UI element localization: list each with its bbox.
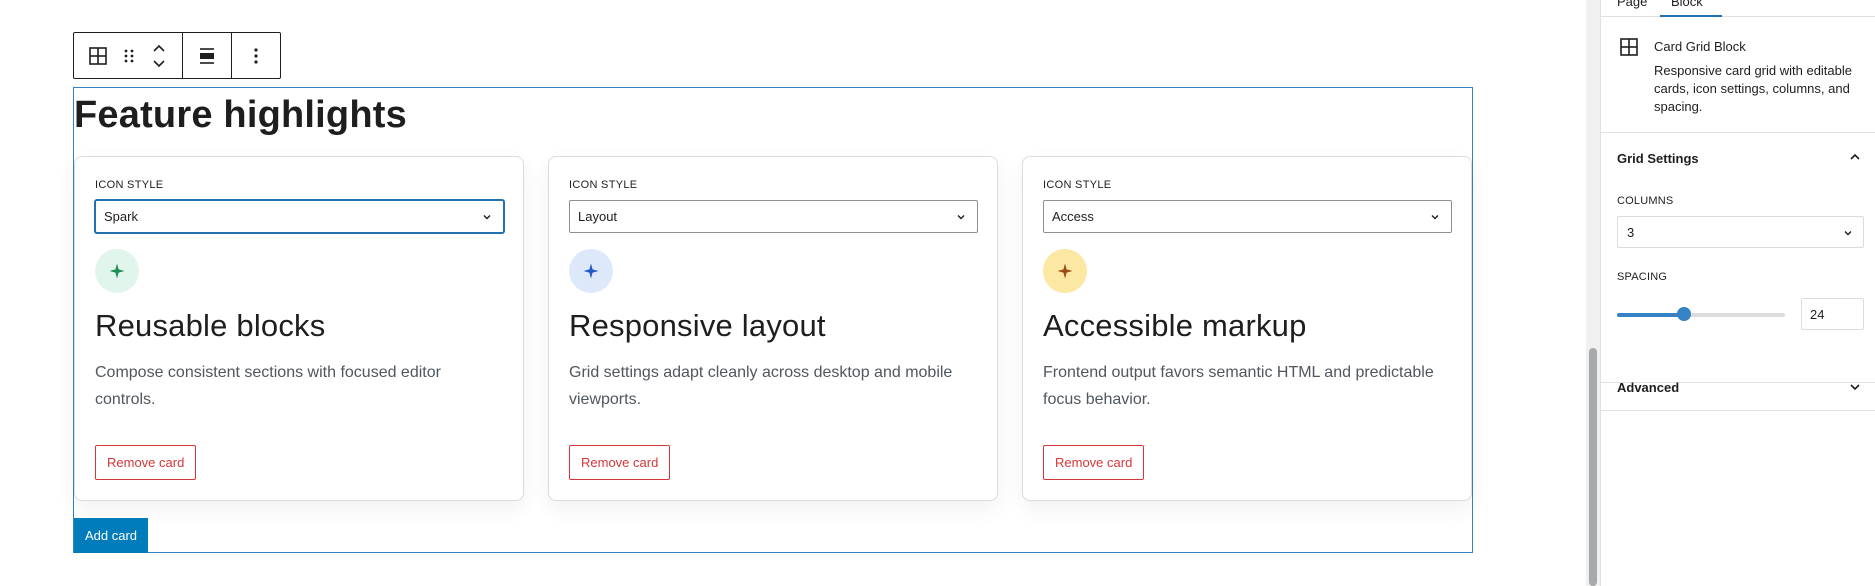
icon-style-select[interactable]: Access — [1043, 200, 1452, 233]
icon-style-select[interactable]: Layout — [569, 200, 978, 233]
remove-card-button[interactable]: Remove card — [1043, 445, 1145, 480]
remove-card-button[interactable]: Remove card — [569, 445, 671, 480]
icon-style-label: ICON STYLE — [1043, 179, 1112, 191]
chevron-down-icon — [1844, 231, 1852, 236]
tab-block[interactable]: Block — [1671, 0, 1703, 10]
tab-page[interactable]: Page — [1617, 0, 1647, 10]
scrollbar-thumb[interactable] — [1589, 348, 1597, 586]
align-button[interactable] — [189, 33, 225, 78]
icon-style-select[interactable]: Spark — [95, 200, 504, 233]
icon-style-value: Spark — [104, 209, 138, 224]
block-toolbar — [73, 32, 281, 79]
editor-canvas: Feature highlights ICON STYLE Spark Reus… — [0, 0, 1590, 586]
chevron-down-icon — [957, 215, 965, 220]
chevron-down-icon — [483, 215, 491, 220]
spacing-slider-fill — [1617, 313, 1685, 317]
move-up-down-button[interactable] — [142, 33, 176, 78]
card-heading[interactable]: Reusable blocks — [95, 308, 325, 344]
spacing-number-input[interactable]: 24 — [1801, 298, 1864, 330]
settings-sidebar: Page Block Card Grid Block Responsive ca… — [1600, 0, 1875, 586]
chevron-up-icon[interactable] — [1848, 150, 1862, 164]
spacing-slider[interactable] — [1617, 307, 1785, 321]
more-options-icon — [254, 47, 258, 64]
chevron-down-icon[interactable] — [1848, 380, 1862, 394]
drag-handle-button[interactable] — [116, 33, 142, 78]
card-grid: ICON STYLE Spark Reusable blocks Compose… — [74, 156, 1472, 501]
chevron-down-icon — [1431, 215, 1439, 220]
columns-value: 3 — [1627, 224, 1635, 240]
block-type-button[interactable] — [80, 33, 116, 78]
grid-icon — [89, 46, 107, 65]
align-icon — [200, 47, 214, 64]
grid-icon — [1620, 38, 1638, 56]
icon-style-label: ICON STYLE — [95, 179, 164, 191]
block-card: Card Grid Block Responsive card grid wit… — [1601, 17, 1875, 133]
card-heading[interactable]: Responsive layout — [569, 308, 826, 344]
card: ICON STYLE Spark Reusable blocks Compose… — [74, 156, 524, 501]
add-card-button[interactable]: Add card — [74, 518, 149, 553]
card-icon — [95, 249, 139, 293]
card-grid-block[interactable]: Feature highlights ICON STYLE Spark Reus… — [73, 87, 1473, 553]
sparkle-icon — [109, 263, 125, 279]
move-up-down-icon — [153, 44, 165, 67]
more-options-button[interactable] — [238, 33, 274, 78]
block-description: Responsive card grid with editable cards… — [1654, 63, 1852, 114]
advanced-panel: Advanced — [1601, 363, 1875, 411]
grid-settings-toggle[interactable]: Grid Settings — [1617, 151, 1699, 166]
toolbar-group-block — [74, 33, 183, 78]
icon-style-label: ICON STYLE — [569, 179, 638, 191]
advanced-toggle[interactable]: Advanced — [1617, 380, 1679, 395]
card-icon — [569, 249, 613, 293]
icon-style-value: Access — [1052, 209, 1094, 224]
toolbar-group-more — [232, 33, 280, 78]
sparkle-icon — [583, 263, 599, 279]
sidebar-tabs: Page Block — [1601, 0, 1875, 17]
card-text[interactable]: Compose consistent sections with focused… — [95, 359, 495, 413]
block-name: Card Grid Block — [1654, 39, 1746, 54]
card-heading[interactable]: Accessible markup — [1043, 308, 1307, 344]
columns-label: COLUMNS — [1617, 195, 1674, 207]
grid-settings-panel: Grid Settings COLUMNS 3 SPACING — [1601, 133, 1875, 383]
block-title[interactable]: Feature highlights — [74, 94, 407, 137]
toolbar-group-align — [183, 33, 232, 78]
scrollbar[interactable] — [1586, 0, 1600, 586]
remove-card-button[interactable]: Remove card — [95, 445, 197, 480]
icon-style-value: Layout — [578, 209, 618, 224]
card: ICON STYLE Layout Responsive layout Grid… — [548, 156, 998, 501]
columns-select[interactable]: 3 — [1617, 216, 1864, 248]
drag-handle-icon — [124, 49, 134, 62]
sparkle-icon — [1057, 263, 1073, 279]
spacing-label: SPACING — [1617, 271, 1668, 283]
card: ICON STYLE Access Accessible markup Fron… — [1022, 156, 1472, 501]
card-icon — [1043, 249, 1087, 293]
card-text[interactable]: Grid settings adapt cleanly across deskt… — [569, 359, 969, 413]
card-text[interactable]: Frontend output favors semantic HTML and… — [1043, 359, 1443, 413]
